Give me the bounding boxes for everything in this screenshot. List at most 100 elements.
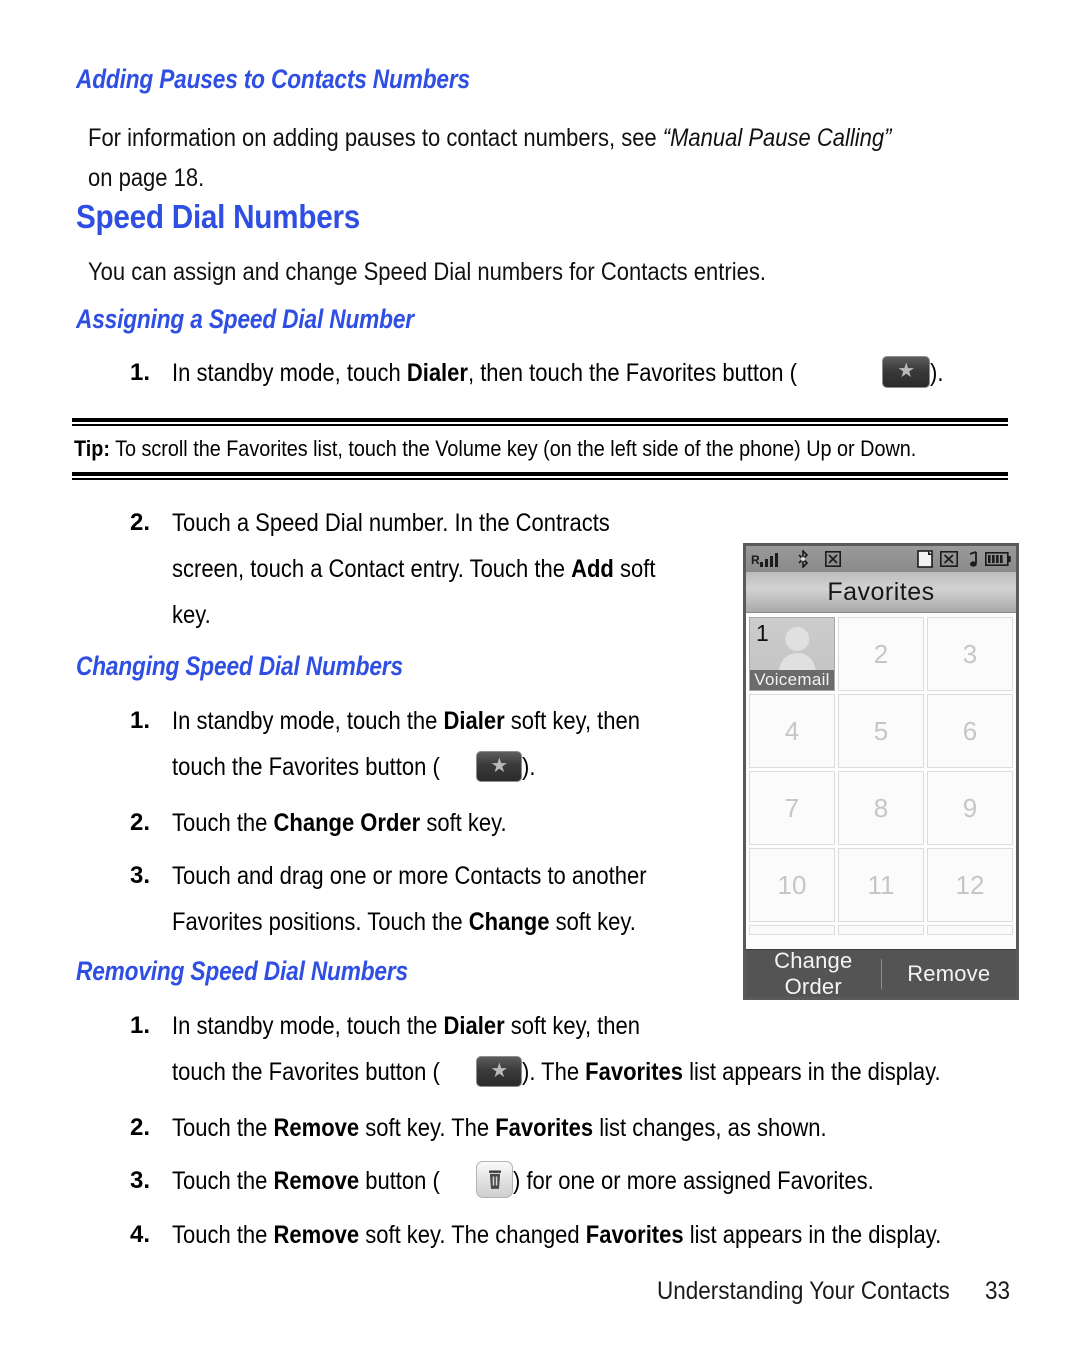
mute-icon: [940, 551, 958, 567]
step-text-c: ).: [930, 359, 944, 387]
section-heading-assigning: Assigning a Speed Dial Number: [76, 306, 478, 333]
favorite-slot-partial-14[interactable]: [838, 925, 924, 935]
section-heading-removing: Removing Speed Dial Numbers: [76, 958, 471, 985]
favorite-slot-2[interactable]: 2: [838, 617, 924, 691]
star-icon: ★: [882, 356, 931, 388]
music-note-icon: [969, 550, 977, 567]
favorite-slot-6[interactable]: 6: [927, 694, 1013, 768]
step-text-b: , then touch the Favorites button (: [467, 359, 797, 387]
slot-index: 4: [784, 715, 800, 746]
bluetooth-icon: [798, 550, 809, 568]
favorite-slot-11[interactable]: 11: [838, 848, 924, 922]
favorite-slot-partial-15[interactable]: [927, 925, 1013, 935]
step-changing-3: 3. Touch and drag one or more Contacts t…: [110, 853, 770, 945]
favorite-slot-partial-13[interactable]: [749, 925, 835, 935]
step-line-2a: Favorites positions. Touch the: [172, 908, 469, 936]
trash-icon: [476, 1161, 514, 1198]
favorite-slot-1[interactable]: 1 Voicemail: [749, 617, 835, 691]
step-line-2a: screen, touch a Contact entry. Touch the: [172, 555, 572, 583]
footer-page-number: 33: [985, 1277, 1011, 1305]
step-line-1b: soft key, then: [504, 707, 641, 735]
step-removing-4: 4. Touch the Remove soft key. The change…: [110, 1212, 1040, 1258]
heading-text: Assigning a Speed Dial Number: [76, 304, 414, 334]
favorite-slot-12[interactable]: 12: [927, 848, 1013, 922]
star-icon: ★: [476, 751, 523, 782]
tip-label: Tip:: [74, 436, 110, 461]
step-line-1: Touch a Speed Dial number. In the Contra…: [172, 509, 610, 537]
slot-index: 7: [784, 792, 800, 823]
tip-text: Tip: To scroll the Favorites list, touch…: [74, 434, 1010, 464]
heading-text: Removing Speed Dial Numbers: [76, 956, 408, 986]
favorite-slot-3[interactable]: 3: [927, 617, 1013, 691]
step-text-a: In standby mode, touch: [172, 359, 407, 387]
step-line-2b: soft: [613, 555, 656, 583]
step-line-2b: ).: [522, 753, 536, 781]
step-text-b: soft key.: [420, 809, 507, 837]
section-heading-changing: Changing Speed Dial Numbers: [76, 653, 465, 680]
step-bold-add: Add: [571, 555, 614, 583]
slot-index: 10: [777, 869, 807, 900]
favorite-slot-4[interactable]: 4: [749, 694, 835, 768]
battery-icon: [985, 551, 1011, 566]
step-number: 2.: [129, 809, 150, 836]
star-icon: ★: [476, 1056, 523, 1087]
favorite-slot-9[interactable]: 9: [927, 771, 1013, 845]
heading-text: Speed Dial Numbers: [76, 198, 360, 235]
step-bold-remove: Remove: [273, 1114, 360, 1142]
step-assigning-1: 1. In standby mode, touch Dialer, then t…: [110, 350, 1010, 396]
step-number: 3.: [129, 862, 150, 889]
paragraph-text: You can assign and change Speed Dial num…: [88, 258, 766, 286]
slot-index: 1: [756, 620, 769, 646]
paragraph-italic-ref: “Manual Pause Calling”: [662, 124, 892, 152]
step-text-a: Touch the: [172, 1167, 274, 1195]
softkey-change-order[interactable]: Change Order: [746, 948, 881, 998]
slot-index: 12: [955, 869, 985, 900]
step-line-1b: soft key, then: [504, 1012, 641, 1040]
paragraph-adding-pauses: For information on adding pauses to cont…: [88, 118, 1018, 198]
tip-rule-bottom: [72, 472, 1008, 480]
favorite-slot-8[interactable]: 8: [838, 771, 924, 845]
memo-icon: [917, 550, 933, 568]
step-text-b: soft key. The changed: [359, 1221, 586, 1249]
slot-index: 3: [962, 638, 978, 669]
contact-avatar-icon: [778, 627, 817, 676]
step-text-b: soft key. The: [359, 1114, 496, 1142]
svg-text:R: R: [751, 553, 760, 567]
paragraph-speed-dial-intro: You can assign and change Speed Dial num…: [88, 252, 1018, 292]
footer-chapter: Understanding Your Contacts: [657, 1277, 950, 1305]
favorite-slot-10[interactable]: 10: [749, 848, 835, 922]
section-heading-adding-pauses: Adding Pauses to Contacts Numbers: [76, 66, 545, 93]
manual-page: Adding Pauses to Contacts Numbers For in…: [0, 0, 1080, 1368]
step-line-2b: ). The: [522, 1058, 586, 1086]
section-heading-speed-dial-numbers: Speed Dial Numbers: [76, 200, 392, 233]
step-bold-favorites: Favorites: [495, 1114, 594, 1142]
step-number: 1.: [129, 1012, 150, 1039]
step-number: 2.: [129, 1114, 150, 1141]
step-line-2b: soft key.: [549, 908, 636, 936]
favorite-slot-5[interactable]: 5: [838, 694, 924, 768]
step-bold-favorites: Favorites: [585, 1058, 684, 1086]
paragraph-text-1: For information on adding pauses to cont…: [88, 124, 663, 152]
phone-screen-title: Favorites: [746, 572, 1016, 613]
step-changing-1: 1. In standby mode, touch the Dialer sof…: [110, 698, 750, 790]
softkey-remove[interactable]: Remove: [882, 961, 1017, 987]
step-removing-2: 2. Touch the Remove soft key. The Favori…: [110, 1105, 1040, 1151]
step-bold-change: Change: [468, 908, 550, 936]
phone-screenshot-figure: R Favorites 1 Voicemail 2 3 4 5 6 7 8 9 …: [743, 543, 1019, 1000]
step-line-1a: In standby mode, touch the: [172, 707, 444, 735]
phone-softkey-bar: Change Order Remove: [746, 948, 1017, 998]
slot-index: 5: [873, 715, 889, 746]
heading-text: Adding Pauses to Contacts Numbers: [76, 64, 470, 94]
step-text-a: Touch the: [172, 809, 274, 837]
step-text-a: Touch the: [172, 1221, 274, 1249]
step-number: 2.: [129, 509, 150, 536]
tty-icon: [825, 551, 841, 567]
step-bold-dialer: Dialer: [443, 707, 505, 735]
step-text-c: list appears in the display.: [683, 1221, 942, 1249]
slot-index: 2: [873, 638, 889, 669]
step-bold-favorites: Favorites: [585, 1221, 684, 1249]
slot-index: 9: [962, 792, 978, 823]
step-line-3: key.: [172, 601, 211, 629]
favorite-slot-7[interactable]: 7: [749, 771, 835, 845]
slot-index: 11: [867, 869, 895, 900]
